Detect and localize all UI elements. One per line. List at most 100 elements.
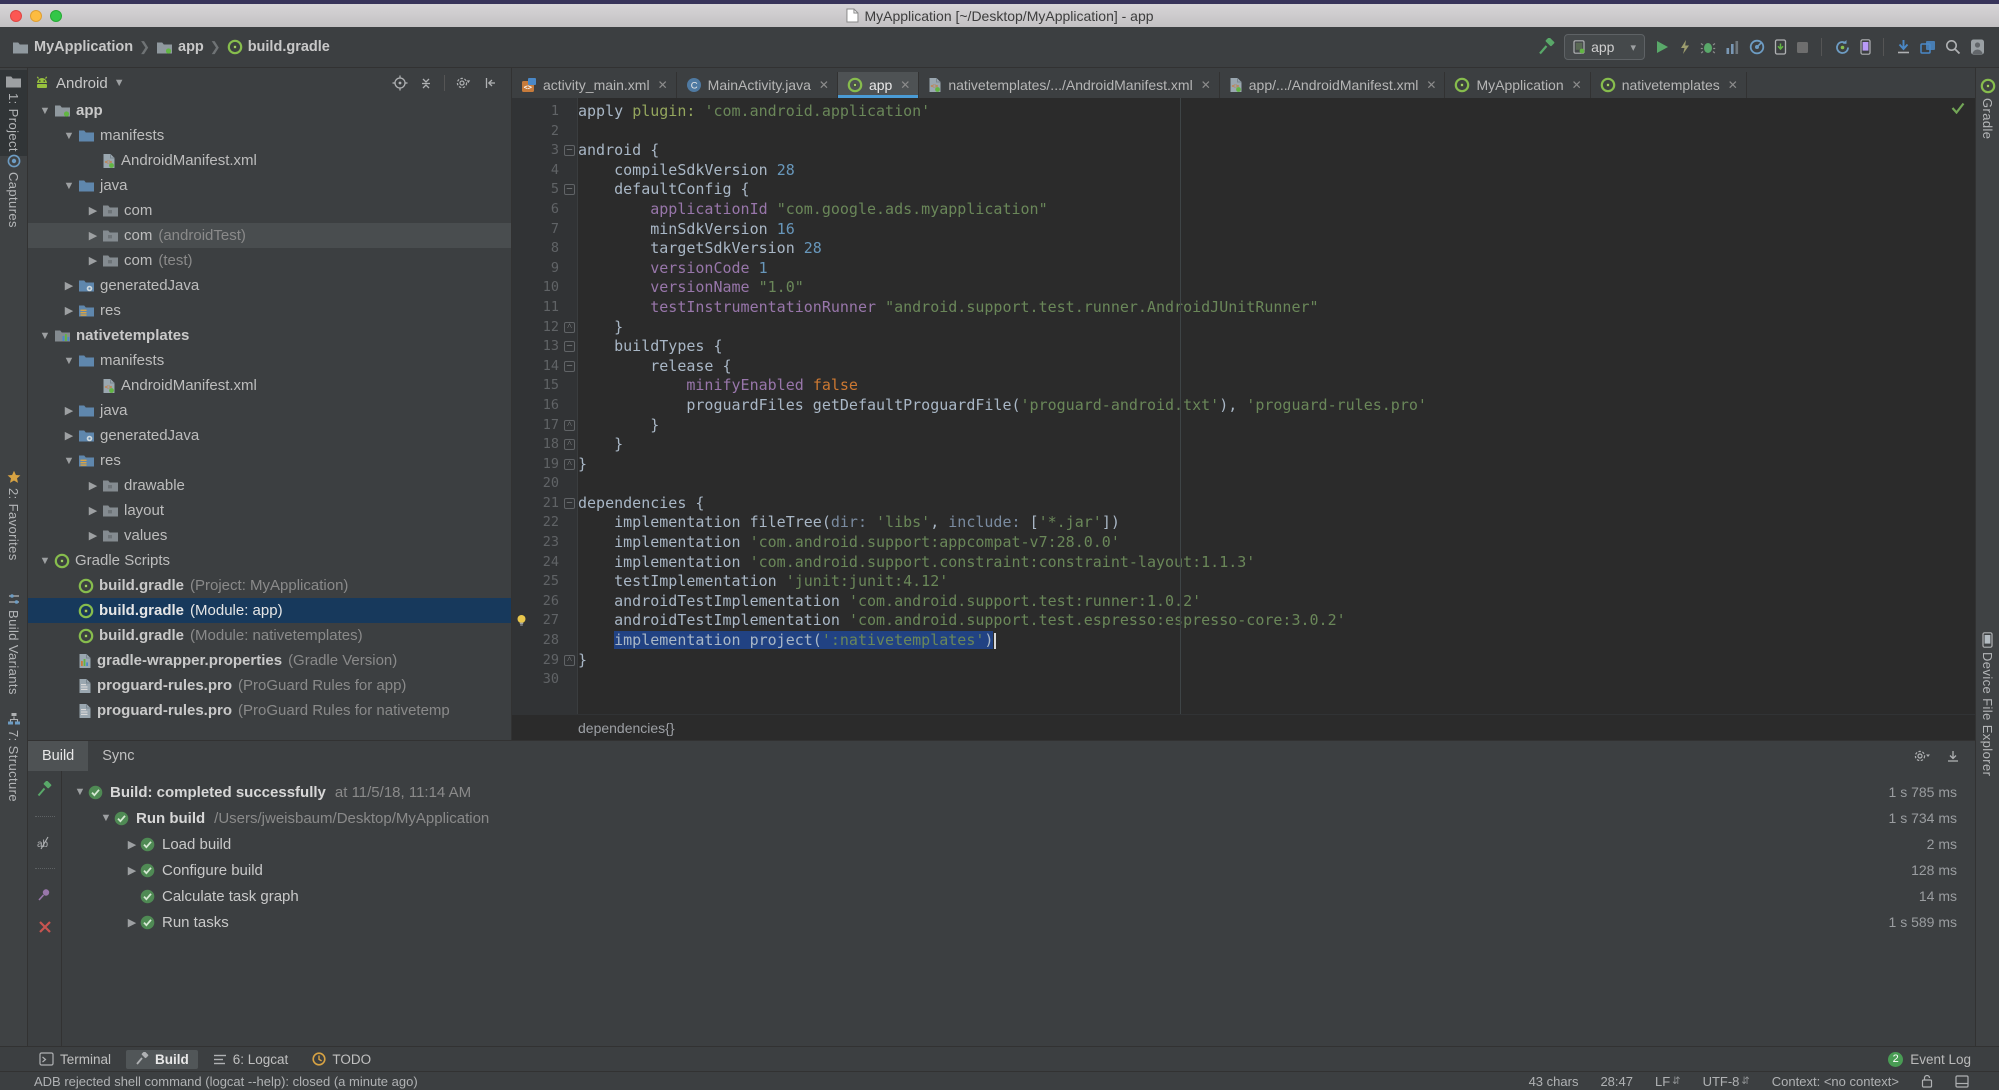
tree-item-manifests[interactable]: ▼ manifests xyxy=(28,348,511,373)
tree-expand-icon[interactable]: ▼ xyxy=(60,130,78,142)
tree-expand-icon[interactable]: ▼ xyxy=(98,812,114,824)
hide-panel-icon[interactable] xyxy=(483,75,499,91)
restart-build-icon[interactable] xyxy=(36,781,53,798)
code-area[interactable]: apply plugin: 'com.android.application' a… xyxy=(578,98,1975,714)
project-view-selector[interactable]: Android ▼ xyxy=(34,75,125,92)
build-row-run-tasks[interactable]: ▶ Run tasks 1 s 589 ms xyxy=(62,909,1975,935)
tree-item-build-gradle[interactable]: build.gradle (Module: app) xyxy=(28,598,511,623)
tool-window-button-gradle[interactable]: Gradle xyxy=(1976,74,1999,143)
tree-item-java[interactable]: ▼ java xyxy=(28,173,511,198)
tree-expand-icon[interactable]: ▶ xyxy=(124,838,140,851)
editor-tab-mainactivity-java[interactable]: C MainActivity.java ✕ xyxy=(676,72,838,98)
editor-tab-activity-main-xml[interactable]: <> activity_main.xml ✕ xyxy=(512,72,677,98)
fold-collapse-icon[interactable]: – xyxy=(564,360,575,372)
play-icon[interactable] xyxy=(1654,39,1670,55)
tree-item-build-gradle[interactable]: build.gradle (Module: nativetemplates) xyxy=(28,623,511,648)
tree-item-gradle-scripts[interactable]: ▼ Gradle Scripts xyxy=(28,548,511,573)
tree-item-com[interactable]: ▶ com xyxy=(28,198,511,223)
tree-item-proguard-rules-pro[interactable]: proguard-rules.pro (ProGuard Rules for na… xyxy=(28,698,511,723)
profile-attach-icon[interactable] xyxy=(1749,39,1765,55)
status-widget-context---no-context-[interactable]: Context: <no context> xyxy=(1772,1074,1899,1089)
tree-item-manifests[interactable]: ▼ manifests xyxy=(28,123,511,148)
fold-end-icon[interactable]: ˄ xyxy=(564,321,575,333)
fold-end-icon[interactable]: ˄ xyxy=(564,654,575,666)
tree-item-java[interactable]: ▶ java xyxy=(28,398,511,423)
debug-icon[interactable] xyxy=(1700,39,1716,55)
tree-item-gradle-wrapper-properties[interactable]: gradle-wrapper.properties (Gradle Version… xyxy=(28,648,511,673)
tree-item-com[interactable]: ▶ com (androidTest) xyxy=(28,223,511,248)
tree-item-androidmanifest-xml[interactable]: <> AndroidManifest.xml xyxy=(28,373,511,398)
tree-item-app[interactable]: ▼ app xyxy=(28,98,511,123)
status-message[interactable]: ADB rejected shell command (logcat --hel… xyxy=(34,1074,418,1089)
tree-expand-icon[interactable]: ▼ xyxy=(36,555,54,567)
tool-window-button----structure[interactable]: 7: Structure xyxy=(0,708,27,806)
tree-expand-icon[interactable]: ▶ xyxy=(84,504,102,517)
run-configuration-select[interactable]: app ▾ xyxy=(1564,34,1645,60)
device-attach-icon[interactable] xyxy=(1774,39,1787,55)
breadcrumb-item-build.gradle[interactable]: build.gradle xyxy=(227,39,330,55)
tree-expand-icon[interactable]: ▼ xyxy=(72,786,88,798)
avatar-icon[interactable] xyxy=(1970,39,1985,55)
tree-expand-icon[interactable]: ▶ xyxy=(60,429,78,442)
tree-expand-icon[interactable]: ▶ xyxy=(60,279,78,292)
tool-window-bar-button-terminal[interactable]: Terminal xyxy=(30,1050,120,1069)
tree-item-proguard-rules-pro[interactable]: proguard-rules.pro (ProGuard Rules for ap… xyxy=(28,673,511,698)
tree-item-androidmanifest-xml[interactable]: <> AndroidManifest.xml xyxy=(28,148,511,173)
editor-tab-nativetemplates-----androidmanifest-xml[interactable]: <> nativetemplates/.../AndroidManifest.xm… xyxy=(919,72,1220,98)
status-widget-43-chars[interactable]: 43 chars xyxy=(1529,1074,1579,1089)
tool-window-button----favorites[interactable]: 2: Favorites xyxy=(0,466,27,565)
intention-bulb-icon[interactable] xyxy=(515,614,528,627)
build-hammer-icon[interactable] xyxy=(1537,38,1555,56)
tool-window-button-captures[interactable]: Captures xyxy=(0,150,27,232)
tree-item-res[interactable]: ▶ res xyxy=(28,298,511,323)
tool-window-button----project[interactable]: 1: Project xyxy=(0,70,27,156)
tree-expand-icon[interactable]: ▼ xyxy=(60,455,78,467)
close-tab-icon[interactable]: ✕ xyxy=(1572,78,1582,92)
fold-collapse-icon[interactable]: – xyxy=(564,184,575,196)
sdk-manager-icon[interactable] xyxy=(1896,39,1911,55)
search-icon[interactable] xyxy=(1945,39,1961,55)
editor-breadcrumbs[interactable]: dependencies{} xyxy=(512,714,1975,740)
tree-item-drawable[interactable]: ▶ drawable xyxy=(28,473,511,498)
tool-window-bar-button-todo[interactable]: TODO xyxy=(303,1050,380,1069)
build-settings-gear-icon[interactable] xyxy=(1913,748,1931,764)
breadcrumb-item-app[interactable]: app xyxy=(156,39,204,55)
close-tab-icon[interactable]: ✕ xyxy=(900,78,910,92)
tool-window-bar-button-6--logcat[interactable]: 6: Logcat xyxy=(204,1050,298,1069)
tree-expand-icon[interactable]: ▼ xyxy=(60,180,78,192)
tool-window-bar-button-build[interactable]: Build xyxy=(126,1049,198,1069)
tree-item-res[interactable]: ▼ res xyxy=(28,448,511,473)
zoom-window-button[interactable] xyxy=(50,9,62,22)
tree-item-layout[interactable]: ▶ layout xyxy=(28,498,511,523)
editor-tab-app-----androidmanifest-xml[interactable]: <> app/.../AndroidManifest.xml ✕ xyxy=(1219,72,1446,98)
stop-icon[interactable] xyxy=(1796,41,1809,54)
event-log-button[interactable]: 2 Event Log xyxy=(1888,1051,1971,1067)
fold-collapse-icon[interactable]: – xyxy=(564,145,575,157)
fold-end-icon[interactable]: ˄ xyxy=(564,419,575,431)
locate-file-icon[interactable] xyxy=(392,75,408,91)
breadcrumb-item-myapplication[interactable]: MyApplication xyxy=(12,39,133,55)
build-row-load-build[interactable]: ▶ Load build 2 ms xyxy=(62,831,1975,857)
tree-expand-icon[interactable]: ▼ xyxy=(36,330,54,342)
tree-expand-icon[interactable]: ▶ xyxy=(84,229,102,242)
profiler-icon[interactable] xyxy=(1725,40,1740,55)
tree-expand-icon[interactable]: ▶ xyxy=(84,254,102,267)
avd-manager-icon[interactable] xyxy=(1860,39,1871,55)
fold-collapse-icon[interactable]: – xyxy=(564,341,575,353)
close-tab-icon[interactable]: ✕ xyxy=(1201,78,1211,92)
gradle-sync-icon[interactable] xyxy=(1834,39,1851,56)
status-widget-utf-8[interactable]: UTF-8 ⇵ xyxy=(1703,1074,1750,1089)
build-row-build--completed-successfully[interactable]: ▼ Build: completed successfully at 11/5/18… xyxy=(62,779,1975,805)
build-row-run-build[interactable]: ▼ Run build/Users/jweisbaum/Desktop/MyApp… xyxy=(62,805,1975,831)
status-widget-28-47[interactable]: 28:47 xyxy=(1600,1074,1633,1089)
close-window-button[interactable] xyxy=(10,9,22,22)
tree-expand-icon[interactable]: ▶ xyxy=(124,916,140,929)
tree-item-com[interactable]: ▶ com (test) xyxy=(28,248,511,273)
tree-item-generatedjava[interactable]: ▶ generatedJava xyxy=(28,423,511,448)
apply-changes-icon[interactable] xyxy=(1679,39,1691,55)
lock-icon[interactable] xyxy=(1921,1074,1933,1088)
build-panel-tab-sync[interactable]: Sync xyxy=(88,741,148,771)
inspections-ok-icon[interactable] xyxy=(1951,102,1965,114)
tree-expand-icon[interactable]: ▶ xyxy=(124,864,140,877)
tool-window-button-build-variants[interactable]: Build Variants xyxy=(0,588,27,699)
